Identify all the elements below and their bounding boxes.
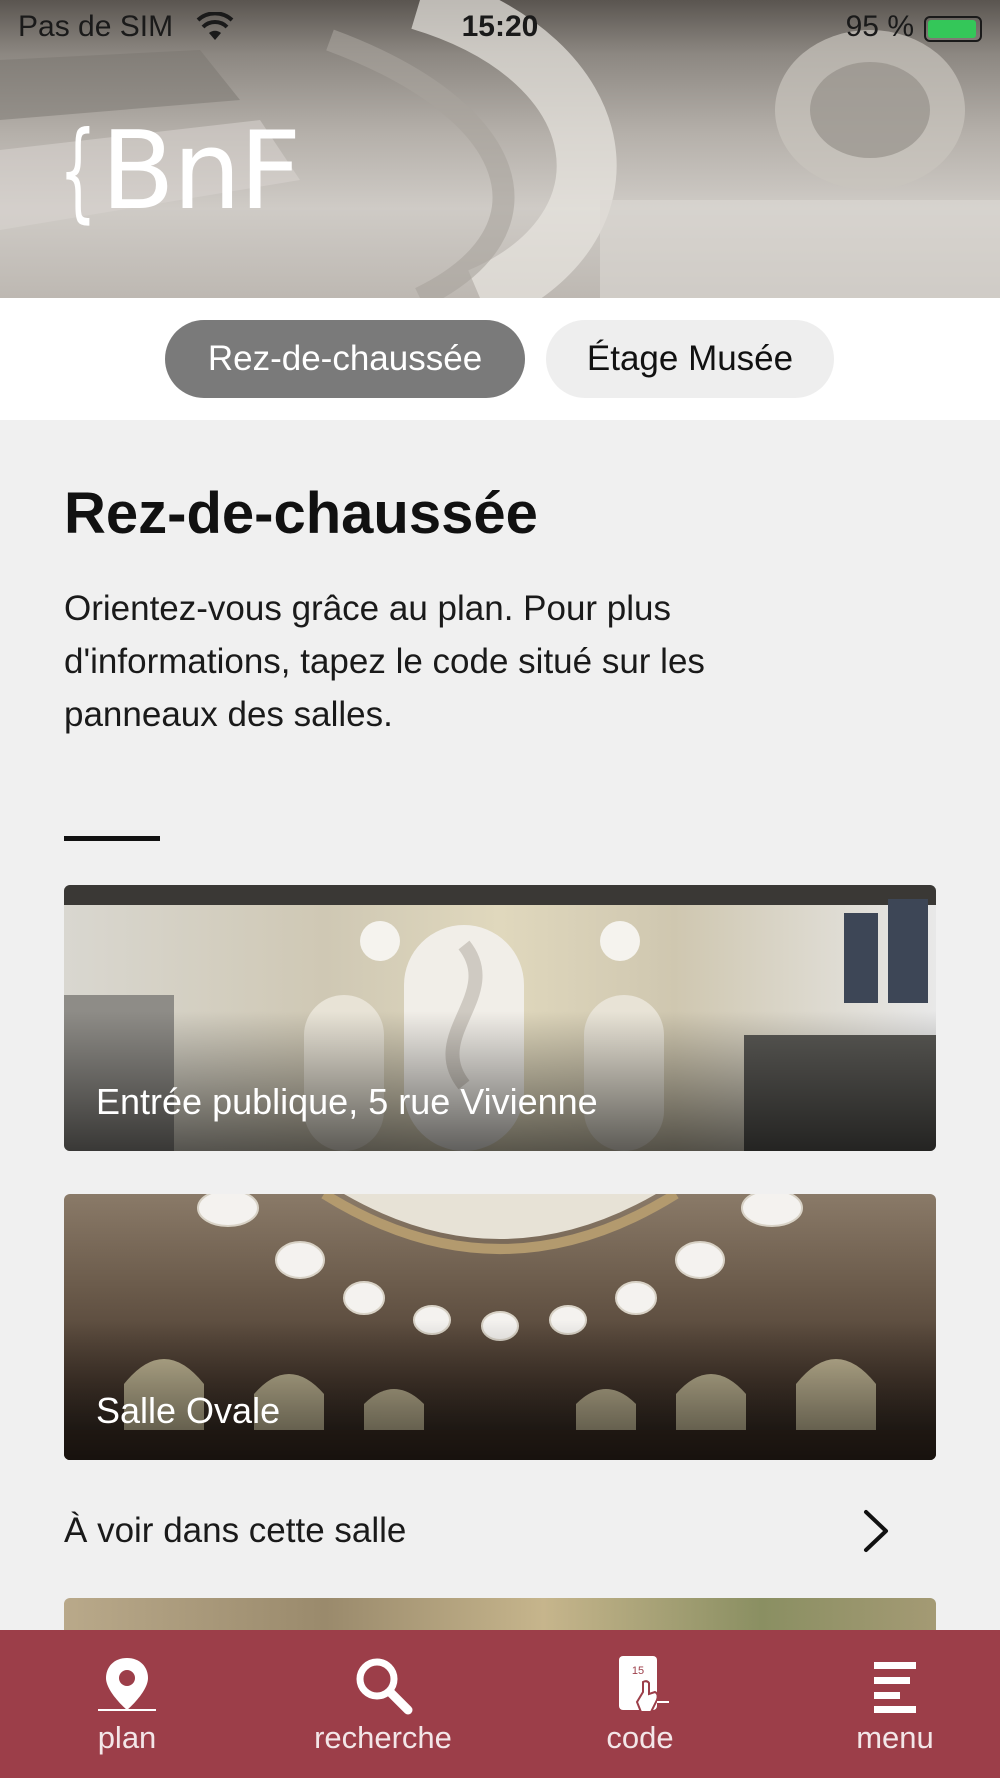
nav-code[interactable]: 15 code	[540, 1630, 740, 1778]
svg-text:15: 15	[632, 1665, 644, 1677]
battery-percent: 95 %	[845, 10, 914, 43]
tab-label: Rez-de-chaussée	[207, 339, 483, 378]
menu-icon	[874, 1662, 916, 1713]
bnf-logo: {BnF	[59, 109, 301, 234]
battery-level	[928, 20, 976, 38]
tab-etage-musee[interactable]: Étage Musée	[546, 320, 834, 398]
map-pin-icon	[98, 1658, 156, 1711]
section-divider	[64, 836, 160, 841]
see-in-room-label: À voir dans cette salle	[64, 1511, 407, 1550]
code-tablet-icon: 15	[619, 1656, 669, 1713]
search-icon	[356, 1658, 413, 1715]
header-banner: Pas de SIM 15:20 95 % {BnF	[0, 0, 1000, 298]
nav-menu[interactable]: menu	[795, 1630, 995, 1778]
nav-recherche[interactable]: recherche	[283, 1630, 483, 1778]
card-label: Salle Ovale	[96, 1390, 281, 1431]
room-card-entree[interactable]: Entrée publique, 5 rue Vivienne	[64, 885, 936, 1151]
tab-rez-de-chaussee[interactable]: Rez-de-chaussée	[165, 320, 525, 398]
page-title: Rez-de-chaussée	[64, 481, 538, 546]
card-label: Entrée publique, 5 rue Vivienne	[96, 1081, 598, 1122]
floor-selector: Rez-de-chaussée Étage Musée	[0, 298, 1000, 420]
tab-label: Étage Musée	[586, 339, 794, 378]
battery-icon	[924, 16, 982, 42]
nav-label: code	[606, 1720, 674, 1755]
nav-label: recherche	[314, 1720, 452, 1755]
see-in-room-link[interactable]: À voir dans cette salle	[64, 1496, 936, 1566]
intro-text: Orientez-vous grâce au plan. Pour plus d…	[64, 589, 705, 734]
bottom-nav: plan recherche 15 code menu	[0, 1630, 1000, 1778]
room-card-salle-ovale[interactable]: Salle Ovale	[64, 1194, 936, 1460]
nav-plan[interactable]: plan	[27, 1630, 227, 1778]
status-bar: Pas de SIM 15:20 95 %	[0, 0, 1000, 56]
nav-label: plan	[97, 1720, 157, 1755]
nav-label: menu	[856, 1720, 934, 1755]
chevron-right-icon	[864, 1510, 888, 1552]
